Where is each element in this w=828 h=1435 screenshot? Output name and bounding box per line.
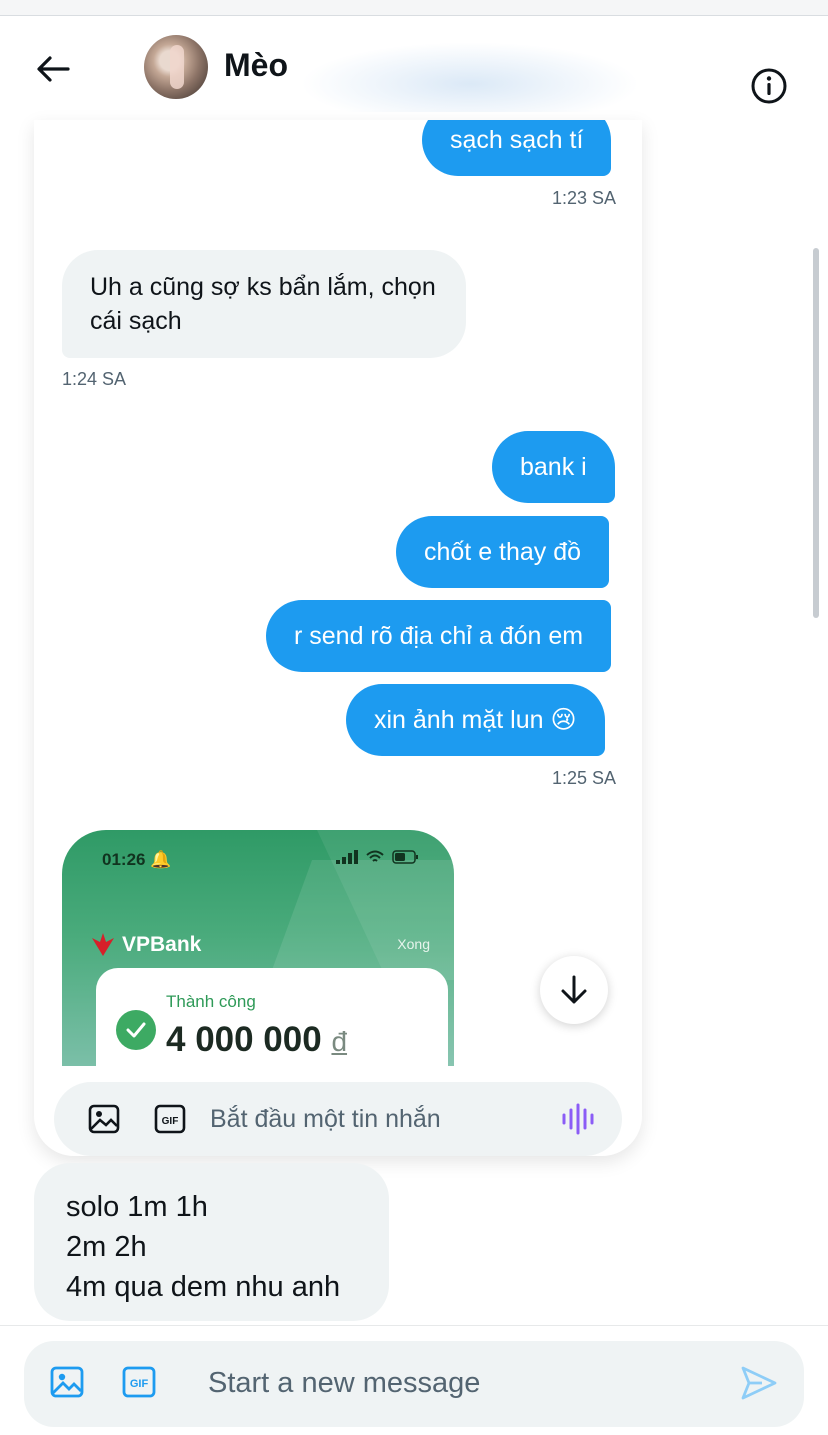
svg-text:GIF: GIF <box>130 1378 149 1390</box>
message-line: solo 1m 1h <box>66 1191 208 1223</box>
battery-icon <box>392 850 418 864</box>
receipt-panel: Thành công 4 000 000 đ <box>96 968 448 1066</box>
bank-done-label: Xong <box>397 936 430 952</box>
message-bubble-outgoing: bank i <box>492 431 615 503</box>
add-media-button[interactable] <box>50 1365 86 1401</box>
add-gif-button[interactable]: GIF <box>122 1365 158 1401</box>
message-bubble-incoming: solo 1m 1h 2m 2h 4m qua dem nhu anh <box>34 1163 389 1321</box>
message-bubble-outgoing: xin ảnh mặt lun 😢 <box>346 684 605 756</box>
conversation-header: Mèo <box>0 17 828 120</box>
vpbank-flower-icon <box>92 933 114 956</box>
message-line: 2m 2h <box>66 1231 147 1263</box>
phone-status-icons <box>336 850 420 864</box>
message-bubble-outgoing: chốt e thay đồ <box>396 516 610 588</box>
signal-icon <box>336 850 358 864</box>
message-input[interactable]: Start a new message <box>208 1367 480 1400</box>
conversation-info-button[interactable] <box>748 65 790 107</box>
scroll-to-bottom-button[interactable] <box>540 956 608 1024</box>
avatar[interactable] <box>144 35 208 99</box>
send-button[interactable] <box>740 1365 780 1405</box>
screenshot-compose-placeholder: Bắt đầu một tin nhắn <box>210 1104 441 1133</box>
gif-icon: GIF <box>122 1366 156 1398</box>
shared-screenshot[interactable]: sạch sạch tí 1:23 SA Uh a cũng sợ ks bẩn… <box>34 120 642 1156</box>
image-icon <box>86 1101 122 1137</box>
message-timestamp: 1:23 SA <box>552 188 617 208</box>
compose-area: GIF Start a new message <box>0 1325 828 1435</box>
bell-icon: 🔔 <box>150 850 172 869</box>
scrollbar[interactable] <box>813 248 819 618</box>
message-bubble-outgoing: r send rõ địa chỉ a đón em <box>266 600 612 672</box>
gif-icon: GIF <box>152 1101 188 1137</box>
message-timestamp: 1:25 SA <box>552 768 617 788</box>
phone-clock: 01:26 🔔 <box>102 850 172 869</box>
bank-transfer-image[interactable]: 01:26 🔔 VPBank Xong Thành công 4 000 000… <box>62 830 454 1066</box>
transfer-amount: 4 000 000 đ <box>166 1020 348 1059</box>
info-icon <box>751 68 787 104</box>
send-icon <box>741 1366 777 1400</box>
top-divider <box>0 0 828 16</box>
screenshot-compose-bar: GIF Bắt đầu một tin nhắn <box>54 1082 622 1156</box>
transfer-status: Thành công <box>166 992 256 1011</box>
message-bubble-outgoing: sạch sạch tí <box>422 120 612 176</box>
blurred-handle <box>300 42 640 112</box>
message-line: 4m qua dem nhu anh <box>66 1271 341 1303</box>
image-icon <box>50 1366 84 1398</box>
message-timestamp: 1:24 SA <box>62 369 127 389</box>
voice-icon <box>560 1101 596 1137</box>
success-check-icon <box>116 1010 156 1050</box>
bank-logo: VPBank <box>88 932 201 958</box>
back-arrow-icon <box>37 56 70 82</box>
message-compose-bar: GIF Start a new message <box>24 1341 804 1427</box>
arrow-down-icon <box>561 975 587 1004</box>
svg-text:GIF: GIF <box>162 1116 179 1127</box>
message-bubble-incoming: Uh a cũng sợ ks bẩn lắm, chọn cái sạch <box>62 250 466 358</box>
wifi-icon <box>366 850 384 862</box>
back-button[interactable] <box>30 49 76 89</box>
contact-name[interactable]: Mèo <box>224 47 288 84</box>
